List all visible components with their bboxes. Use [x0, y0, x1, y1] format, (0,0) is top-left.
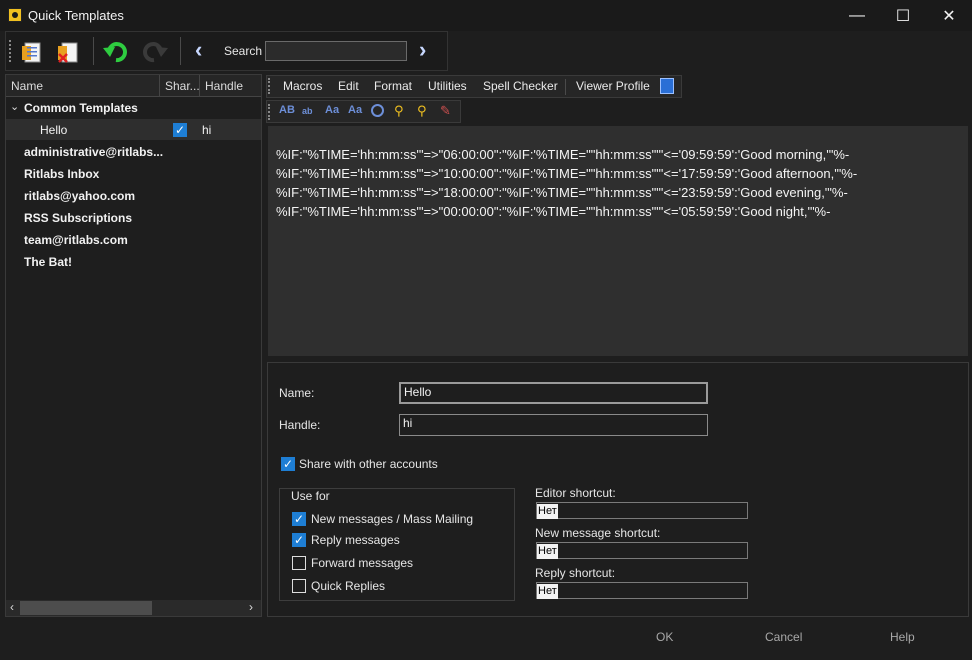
- tree-account[interactable]: team@ritlabs.com: [24, 233, 128, 247]
- menu-separator: [565, 79, 566, 95]
- shared-checkbox[interactable]: [173, 123, 187, 137]
- lowercase-icon[interactable]: ab: [302, 106, 313, 116]
- delete-template-button[interactable]: [54, 37, 84, 67]
- editor-line: %IF:"%TIME='hh:mm:ss'"=>"10:00:00":"%IF:…: [276, 166, 858, 181]
- name-field[interactable]: Hello: [399, 382, 708, 404]
- tree-group-common-templates[interactable]: Common Templates: [24, 101, 138, 115]
- tree-account[interactable]: administrative@ritlabs...: [24, 145, 163, 159]
- column-header-shared[interactable]: Shar...: [160, 75, 200, 97]
- toolbar-grip[interactable]: [9, 40, 14, 62]
- name-label: Name:: [279, 386, 315, 400]
- format-toolbar-grip[interactable]: [268, 104, 273, 120]
- title-bar: [0, 0, 972, 31]
- toolbar-separator: [180, 37, 181, 65]
- reply-shortcut-label: Reply shortcut:: [535, 566, 616, 580]
- tree-account[interactable]: The Bat!: [24, 255, 72, 269]
- zoom-out-icon[interactable]: ⚲: [417, 103, 427, 119]
- format-toolbar: [266, 100, 461, 123]
- search-label: Search: [224, 44, 263, 58]
- template-handle: hi: [202, 123, 212, 137]
- wrap-icon[interactable]: [371, 104, 384, 117]
- search-next-icon[interactable]: ›: [419, 37, 426, 63]
- menu-spell-checker[interactable]: Spell Checker: [483, 79, 558, 93]
- share-checkbox[interactable]: [281, 457, 295, 471]
- menu-macros[interactable]: Macros: [283, 79, 322, 93]
- forward-messages-label: Forward messages: [311, 556, 414, 570]
- minimize-button[interactable]: —: [834, 0, 880, 31]
- editor-shortcut-field[interactable]: Нет: [536, 502, 748, 519]
- new-messages-label: New messages / Mass Mailing: [311, 512, 474, 526]
- tree-account[interactable]: RSS Subscriptions: [24, 211, 132, 225]
- menubar-grip[interactable]: [268, 78, 273, 94]
- app-icon: [8, 8, 22, 22]
- search-input[interactable]: [265, 41, 407, 61]
- shortcut-value: Нет: [537, 504, 558, 519]
- new-template-icon: [22, 42, 41, 63]
- window-title: Quick Templates: [28, 8, 124, 23]
- redo-icon: [143, 42, 168, 63]
- close-button[interactable]: ✕: [926, 0, 972, 31]
- redo-button[interactable]: [140, 36, 170, 66]
- template-name: Hello: [40, 123, 68, 137]
- collapse-chevron-icon[interactable]: ⌄: [10, 100, 19, 113]
- reply-messages-checkbox[interactable]: [292, 533, 306, 547]
- reply-messages-label: Reply messages: [311, 533, 400, 547]
- toolbar-separator: [93, 37, 94, 65]
- search-prev-icon[interactable]: ‹: [195, 37, 202, 63]
- column-header-handle[interactable]: Handle: [200, 75, 261, 97]
- handle-field[interactable]: hi: [399, 414, 708, 436]
- new-messages-checkbox[interactable]: [292, 512, 306, 526]
- share-label: Share with other accounts: [299, 457, 438, 471]
- new-message-shortcut-label: New message shortcut:: [535, 526, 661, 540]
- quick-replies-checkbox[interactable]: [292, 579, 306, 593]
- menu-utilities[interactable]: Utilities: [428, 79, 467, 93]
- scroll-left-icon[interactable]: ‹: [10, 600, 14, 614]
- scroll-right-icon[interactable]: ›: [249, 600, 253, 614]
- handle-label: Handle:: [279, 418, 321, 432]
- new-template-button[interactable]: [18, 37, 48, 67]
- toggle-case-icon[interactable]: Aa: [325, 104, 339, 116]
- help-button[interactable]: Help: [890, 630, 915, 644]
- editor-line: %IF:"%TIME='hh:mm:ss'"=>"18:00:00":"%IF:…: [276, 185, 848, 200]
- menu-edit[interactable]: Edit: [338, 79, 359, 93]
- cancel-button[interactable]: Cancel: [765, 630, 802, 644]
- capitalize-icon[interactable]: Aa: [348, 104, 362, 116]
- new-message-shortcut-field[interactable]: Нет: [536, 542, 748, 559]
- shortcut-value: Нет: [537, 544, 558, 559]
- maximize-button[interactable]: ☐: [880, 0, 926, 31]
- menu-format[interactable]: Format: [374, 79, 412, 93]
- editor-line: %IF:"%TIME='hh:mm:ss'"=>"06:00:00":"%IF:…: [276, 147, 850, 162]
- tree-account[interactable]: ritlabs@yahoo.com: [24, 189, 135, 203]
- zoom-in-icon[interactable]: ⚲: [394, 103, 404, 119]
- save-profile-icon[interactable]: [660, 78, 674, 94]
- menu-viewer-profile[interactable]: Viewer Profile: [576, 79, 650, 93]
- uppercase-icon[interactable]: AB: [279, 104, 295, 116]
- delete-template-icon: [58, 42, 78, 63]
- ok-button[interactable]: OK: [656, 630, 673, 644]
- tree-account[interactable]: Ritlabs Inbox: [24, 167, 99, 181]
- forward-messages-checkbox[interactable]: [292, 556, 306, 570]
- editor-shortcut-label: Editor shortcut:: [535, 486, 616, 500]
- reply-shortcut-field[interactable]: Нет: [536, 582, 748, 599]
- scrollbar-thumb[interactable]: [20, 601, 152, 615]
- undo-button[interactable]: [101, 36, 131, 66]
- column-header-name[interactable]: Name: [6, 75, 160, 97]
- shortcut-value: Нет: [537, 584, 558, 599]
- use-for-title: Use for: [291, 489, 330, 503]
- clear-format-icon[interactable]: ✎: [440, 103, 451, 119]
- undo-icon: [103, 42, 127, 63]
- editor-line: %IF:"%TIME='hh:mm:ss'"=>"00:00:00":"%IF:…: [276, 204, 831, 219]
- quick-replies-label: Quick Replies: [311, 579, 386, 593]
